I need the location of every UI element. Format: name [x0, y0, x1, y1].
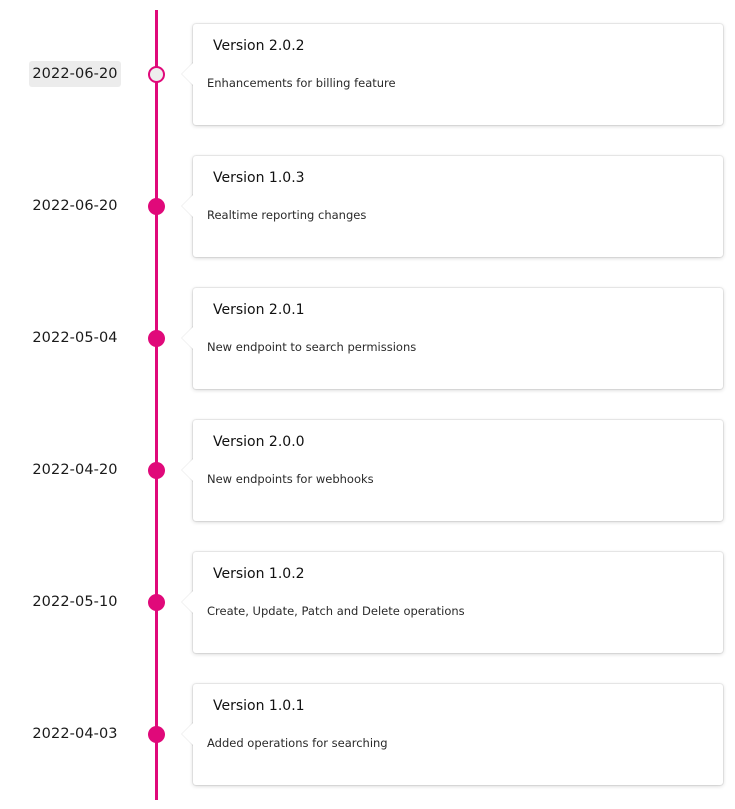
release-card[interactable]: Version 2.0.2 Enhancements for billing f… — [181, 24, 723, 125]
timeline-marker[interactable] — [148, 726, 165, 743]
timeline-marker-hollow[interactable] — [148, 66, 165, 83]
entry-date: 2022-04-20 — [32, 462, 118, 478]
release-description: Realtime reporting changes — [207, 208, 367, 222]
release-version-title: Version 2.0.1 — [213, 302, 305, 318]
timeline-marker[interactable] — [148, 594, 165, 611]
entry-date: 2022-05-04 — [32, 330, 118, 346]
entry-date: 2022-04-03 — [32, 726, 118, 742]
timeline-marker[interactable] — [148, 462, 165, 479]
release-timeline: 2022-06-20 Version 2.0.2 Enhancements fo… — [0, 0, 735, 809]
timeline-marker[interactable] — [148, 330, 165, 347]
entry-date: 2022-05-10 — [32, 594, 118, 610]
timeline-line — [155, 10, 158, 800]
release-version-title: Version 1.0.3 — [213, 170, 305, 186]
timeline-entry: 2022-05-10 Version 1.0.2 Create, Update,… — [0, 552, 735, 654]
release-version-title: Version 2.0.0 — [213, 434, 305, 450]
timeline-entry: 2022-04-20 Version 2.0.0 New endpoints f… — [0, 420, 735, 522]
release-description: Enhancements for billing feature — [207, 76, 396, 90]
timeline-entry: 2022-04-03 Version 1.0.1 Added operation… — [0, 684, 735, 786]
release-version-title: Version 2.0.2 — [213, 38, 305, 54]
release-description: Added operations for searching — [207, 736, 388, 750]
release-description: Create, Update, Patch and Delete operati… — [207, 604, 465, 618]
timeline-entry: 2022-06-20 Version 2.0.2 Enhancements fo… — [0, 24, 735, 126]
release-card[interactable]: Version 2.0.1 New endpoint to search per… — [181, 288, 723, 389]
release-card[interactable]: Version 1.0.3 Realtime reporting changes — [181, 156, 723, 257]
timeline-entry: 2022-05-04 Version 2.0.1 New endpoint to… — [0, 288, 735, 390]
release-card[interactable]: Version 1.0.2 Create, Update, Patch and … — [181, 552, 723, 653]
entry-date: 2022-06-20 — [29, 61, 121, 87]
release-card[interactable]: Version 2.0.0 New endpoints for webhooks — [181, 420, 723, 521]
release-version-title: Version 1.0.2 — [213, 566, 305, 582]
release-version-title: Version 1.0.1 — [213, 698, 305, 714]
timeline-marker[interactable] — [148, 198, 165, 215]
release-description: New endpoints for webhooks — [207, 472, 374, 486]
entry-date: 2022-06-20 — [32, 198, 118, 214]
release-description: New endpoint to search permissions — [207, 340, 417, 354]
timeline-entry: 2022-06-20 Version 1.0.3 Realtime report… — [0, 156, 735, 258]
release-card[interactable]: Version 1.0.1 Added operations for searc… — [181, 684, 723, 785]
